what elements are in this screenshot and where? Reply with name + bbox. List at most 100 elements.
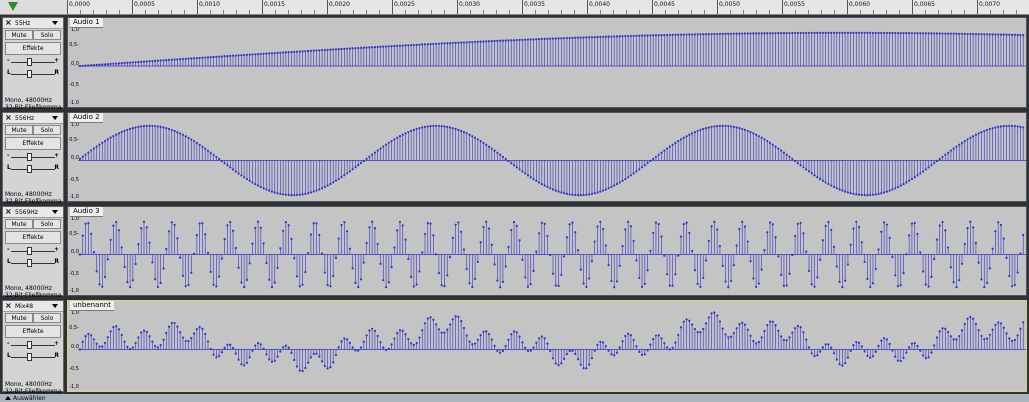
- solo-button[interactable]: Solo: [33, 313, 61, 323]
- gain-slider-thumb[interactable]: [27, 247, 32, 255]
- close-icon[interactable]: ×: [5, 207, 12, 217]
- mute-button[interactable]: Mute: [5, 125, 33, 135]
- mute-button[interactable]: Mute: [5, 313, 33, 323]
- waveform-sample-dot: [226, 54, 229, 58]
- waveform-area[interactable]: unbenannt 1,0 0,5- 0,0 -0,5 -1,0: [67, 300, 1027, 392]
- track-rate: Mono, 48000Hz: [5, 285, 52, 292]
- gain-slider[interactable]: - +: [7, 57, 59, 68]
- waveform-sample-dot: [713, 125, 716, 128]
- waveform-sample-dot: [916, 174, 919, 177]
- chevron-down-icon[interactable]: [52, 21, 58, 25]
- pan-slider[interactable]: L R: [7, 258, 59, 269]
- waveform-sample-dot: [198, 326, 201, 329]
- pan-slider-thumb[interactable]: [27, 165, 32, 173]
- waveform-sample-dot: [663, 33, 666, 37]
- waveform-sample-dot: [582, 367, 585, 370]
- waveform-area[interactable]: Audio 1 1,0 0,5- 0,0 -0,5 -1,0: [67, 17, 1027, 108]
- waveform-sample-dot: [304, 271, 307, 274]
- waveform-sample-dot: [704, 322, 708, 325]
- pan-slider-thumb[interactable]: [27, 353, 32, 361]
- waveform-sample-dot: [713, 32, 716, 36]
- mute-button[interactable]: Mute: [5, 30, 33, 40]
- waveform-sample-dot: [245, 53, 249, 56]
- waveform-sample-dot: [273, 359, 276, 362]
- track-info: Mono, 48000Hz 32-Bit-Fließkomma: [5, 97, 63, 111]
- chevron-down-icon[interactable]: [52, 304, 58, 308]
- close-icon[interactable]: ×: [5, 113, 12, 123]
- track-name-menu[interactable]: Mix48: [15, 303, 33, 310]
- waveform-sample-dot: [933, 257, 936, 261]
- pan-slider[interactable]: L R: [7, 352, 59, 363]
- effects-button[interactable]: Effekte: [5, 42, 61, 55]
- waveform-sample-dot: [877, 31, 880, 35]
- mute-button[interactable]: Mute: [5, 219, 33, 229]
- waveform-sample-dot: [869, 31, 872, 35]
- chevron-down-icon[interactable]: [52, 116, 58, 120]
- effects-button[interactable]: Effekte: [5, 137, 61, 150]
- effects-button[interactable]: Effekte: [5, 231, 61, 244]
- waveform-sample-dot: [935, 32, 939, 35]
- waveform-svg: [78, 220, 1026, 289]
- waveform-sample-dot: [819, 258, 822, 261]
- waveform-sample-dot: [426, 221, 429, 225]
- waveform-sample-dot: [874, 350, 877, 353]
- track-control-panel[interactable]: × 556Hz Mute Solo Effekte - + L R Mono, …: [2, 112, 64, 212]
- waveform-area[interactable]: Audio 3 1,0 0,5- 0,0 -0,5 -1,0: [67, 206, 1027, 296]
- waveform-title: Audio 1: [70, 18, 103, 28]
- waveform-sample-dot: [223, 162, 226, 165]
- waveform-sample-dot: [988, 127, 991, 131]
- waveform-sample-dot: [87, 64, 90, 67]
- gain-slider[interactable]: - +: [7, 340, 59, 351]
- waveform-sample-dot: [140, 331, 143, 334]
- effects-button[interactable]: Effekte: [5, 325, 61, 338]
- close-icon[interactable]: ×: [5, 301, 12, 311]
- waveform-sample-dot: [799, 31, 802, 35]
- waveform-sample-dot: [994, 33, 997, 36]
- solo-button[interactable]: Solo: [33, 125, 61, 135]
- waveform-sample-dot: [276, 192, 279, 195]
- ruler-minor-tick: [366, 10, 367, 14]
- solo-button[interactable]: Solo: [33, 30, 61, 40]
- waveform-sample-dot: [307, 192, 310, 195]
- pan-slider-thumb[interactable]: [27, 70, 32, 78]
- timeline-ruler[interactable]: 0,0000 0,0005 0,0010 0,0015 0,0020 0,0025 0,00…: [0, 0, 1029, 15]
- pan-slider-thumb[interactable]: [27, 259, 32, 267]
- track-control-panel[interactable]: × Mix48 Mute Solo Effekte - + L R Mono, …: [2, 300, 64, 402]
- waveform-sample-dot: [476, 40, 479, 43]
- waveform-sample-dot: [952, 32, 955, 35]
- pan-slider[interactable]: L R: [7, 69, 59, 80]
- waveform-sample-dot: [254, 53, 257, 56]
- waveform-sample-dot: [599, 190, 602, 193]
- play-head-icon[interactable]: [8, 2, 18, 11]
- track-control-panel[interactable]: × 5569Hz Mute Solo Effekte - + L R Mono,…: [2, 206, 64, 306]
- chevron-down-icon[interactable]: [52, 210, 58, 214]
- gain-slider[interactable]: - +: [7, 152, 59, 163]
- gain-slider-thumb[interactable]: [27, 58, 32, 66]
- waveform-sample-dot: [81, 234, 84, 237]
- waveform-sample-dot: [902, 32, 905, 35]
- waveform-sample-dot: [234, 54, 237, 57]
- close-icon[interactable]: ×: [5, 18, 12, 28]
- gain-slider-thumb[interactable]: [27, 153, 32, 161]
- gain-slider[interactable]: - +: [7, 246, 59, 257]
- track-control-panel[interactable]: × 55Hz Mute Solo Effekte - + L R Mono, 4…: [2, 17, 64, 118]
- waveform-sample-dot: [120, 333, 123, 337]
- waveform-sample-dot: [977, 33, 980, 36]
- track-name-menu[interactable]: 55Hz: [15, 20, 30, 27]
- waveform-sample-dot: [891, 31, 894, 35]
- ruler-minor-tick: [509, 10, 510, 14]
- waveform-sample-dot: [515, 224, 518, 227]
- waveform-sample-dot: [874, 193, 877, 196]
- waveform-sample-dot: [298, 50, 301, 53]
- select-button[interactable]: Auswählen: [5, 395, 63, 402]
- track-name-menu[interactable]: 556Hz: [15, 115, 34, 122]
- waveform-sample-dot: [643, 353, 646, 356]
- waveform-sample-dot: [490, 147, 493, 150]
- waveform-sample-dot: [860, 345, 863, 348]
- pan-slider[interactable]: L R: [7, 164, 59, 175]
- waveform-area[interactable]: Audio 2 1,0 0,5- 0,0 -0,5 -1,0: [67, 112, 1027, 202]
- solo-button[interactable]: Solo: [33, 219, 61, 229]
- track-name-menu[interactable]: 5569Hz: [15, 209, 38, 216]
- waveform-sample-dot: [142, 220, 146, 223]
- gain-slider-thumb[interactable]: [27, 341, 32, 349]
